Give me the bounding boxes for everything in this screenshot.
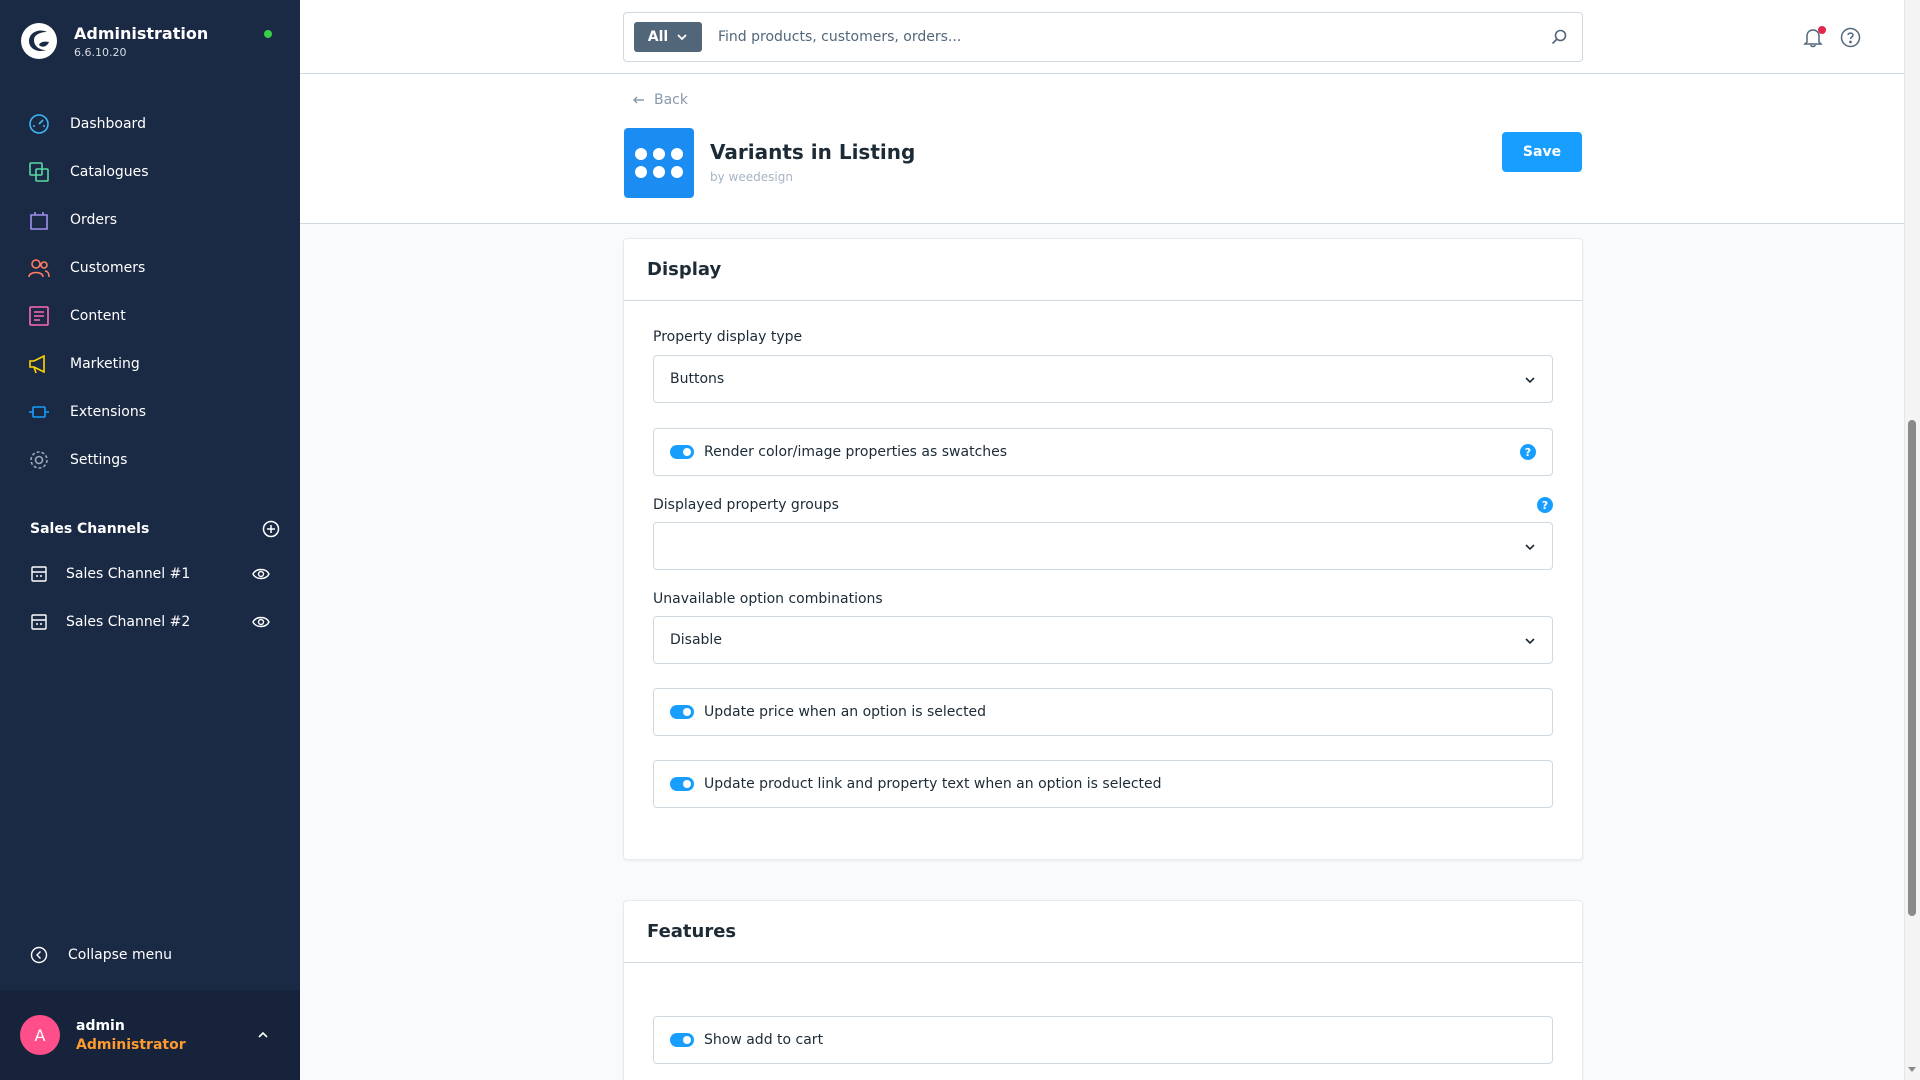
nav-label: Customers (70, 260, 146, 276)
sales-channels-heading: Sales Channels (30, 521, 150, 537)
update-link-switch-field: Update product link and property text wh… (653, 760, 1553, 808)
help-tooltip-icon[interactable]: ? (1537, 497, 1553, 513)
nav-item-catalogues[interactable]: Catalogues (0, 148, 300, 196)
marketing-icon (29, 354, 45, 374)
content-icon (29, 306, 49, 326)
help-tooltip-icon[interactable]: ? (1520, 444, 1536, 460)
page-title: Variants in Listing (710, 140, 916, 164)
sales-channel-list: Sales Channel #1 Sales Channel #2 (0, 550, 300, 646)
nav-item-dashboard[interactable]: Dashboard (0, 100, 300, 148)
storefront-icon (31, 566, 47, 582)
nav-item-marketing[interactable]: Marketing (0, 340, 300, 388)
nav-item-customers[interactable]: Customers (0, 244, 300, 292)
brand[interactable]: Administration 6.6.10.20 (20, 22, 208, 60)
top-bar: All (300, 0, 1904, 74)
chevron-down-icon (1525, 544, 1535, 551)
swatches-switch-field: Render color/image properties as swatche… (653, 428, 1553, 476)
sales-channel-item-1[interactable]: Sales Channel #1 (0, 550, 300, 598)
displayed-groups-select[interactable] (653, 522, 1553, 570)
update-price-toggle[interactable] (670, 705, 694, 719)
nav-item-extensions[interactable]: Extensions (0, 388, 300, 436)
features-card-title: Features (624, 901, 1582, 963)
orders-icon (30, 212, 48, 230)
extensions-icon (29, 406, 49, 418)
sales-channels-header: Sales Channels (30, 520, 280, 538)
collapse-menu-label: Collapse menu (68, 947, 172, 963)
add-to-cart-switch-field: Show add to cart (653, 1016, 1553, 1064)
search-type-label: All (647, 29, 669, 45)
extension-author: by weedesign (710, 170, 793, 184)
swatches-label: Render color/image properties as swatche… (704, 444, 1008, 460)
nav-label: Dashboard (70, 116, 146, 132)
property-display-type-value: Buttons (670, 371, 725, 387)
scrollbar-thumb[interactable] (1908, 420, 1916, 916)
nav-item-content[interactable]: Content (0, 292, 300, 340)
unavailable-combinations-select[interactable]: Disable (653, 616, 1553, 664)
dashboard-icon (29, 114, 49, 134)
eye-icon[interactable] (252, 613, 270, 631)
sales-channel-label: Sales Channel #1 (66, 566, 191, 582)
user-name: admin (76, 1017, 125, 1034)
update-price-label: Update price when an option is selected (704, 704, 987, 720)
nav-label: Content (70, 308, 126, 324)
customers-icon (28, 259, 50, 278)
swatches-toggle[interactable] (670, 445, 694, 459)
chevron-down-icon (1525, 638, 1535, 645)
page-header: Back Variants in Listing by weedesign Sa… (300, 74, 1904, 224)
main-nav: Dashboard Catalogues Orders Customers Co… (0, 100, 300, 484)
app-version: 6.6.10.20 (74, 45, 127, 59)
chevron-left-circle-icon (30, 946, 48, 964)
search-icon[interactable] (1550, 28, 1568, 46)
nav-label: Settings (70, 452, 128, 468)
add-to-cart-toggle[interactable] (670, 1033, 694, 1047)
extension-logo (624, 128, 694, 198)
displayed-groups-label: Displayed property groups (653, 497, 839, 513)
notification-badge (1818, 26, 1826, 34)
eye-icon[interactable] (252, 565, 270, 583)
arrow-left-icon (633, 96, 644, 104)
settings-icon (30, 451, 48, 469)
unavailable-combinations-value: Disable (670, 632, 722, 648)
nav-item-settings[interactable]: Settings (0, 436, 300, 484)
help-icon[interactable] (1840, 27, 1861, 48)
user-role: Administrator (76, 1036, 186, 1053)
nav-item-orders[interactable]: Orders (0, 196, 300, 244)
sales-channel-label: Sales Channel #2 (66, 614, 191, 630)
global-search: All (623, 12, 1583, 62)
search-type-select[interactable]: All (634, 22, 702, 52)
back-label: Back (654, 92, 688, 108)
sidebar: Administration 6.6.10.20 Dashboard Catal… (0, 0, 300, 1080)
sales-channel-item-2[interactable]: Sales Channel #2 (0, 598, 300, 646)
collapse-menu-button[interactable]: Collapse menu (30, 946, 172, 964)
shopware-logo-icon (21, 23, 57, 59)
catalogues-icon (29, 162, 49, 182)
update-link-toggle[interactable] (670, 777, 694, 791)
app-title: Administration (74, 23, 209, 43)
add-sales-channel-icon[interactable] (262, 520, 280, 538)
nav-label: Marketing (70, 356, 140, 372)
scroll-down-arrow-icon[interactable] (1907, 1064, 1917, 1074)
chevron-down-icon (1525, 377, 1535, 384)
features-card: Features Show add to cart (623, 900, 1583, 1080)
user-menu[interactable]: A admin Administrator (0, 990, 300, 1080)
search-input[interactable] (718, 29, 1550, 45)
storefront-icon (31, 614, 47, 630)
nav-label: Extensions (70, 404, 147, 420)
property-display-type-select[interactable]: Buttons (653, 355, 1553, 403)
chevron-up-icon[interactable] (256, 1028, 270, 1042)
back-link[interactable]: Back (632, 92, 688, 108)
nav-label: Orders (70, 212, 118, 228)
avatar: A (20, 1015, 60, 1055)
property-display-type-label: Property display type (653, 329, 803, 345)
display-card: Display Property display type Buttons Re… (623, 238, 1583, 860)
nav-label: Catalogues (70, 164, 149, 180)
add-to-cart-label: Show add to cart (704, 1032, 824, 1048)
update-price-switch-field: Update price when an option is selected (653, 688, 1553, 736)
chevron-down-icon (677, 34, 687, 41)
update-link-label: Update product link and property text wh… (704, 776, 1162, 792)
status-indicator (264, 30, 272, 38)
display-card-title: Display (624, 239, 1582, 301)
save-button[interactable]: Save (1502, 132, 1582, 172)
unavailable-combinations-label: Unavailable option combinations (653, 591, 883, 607)
